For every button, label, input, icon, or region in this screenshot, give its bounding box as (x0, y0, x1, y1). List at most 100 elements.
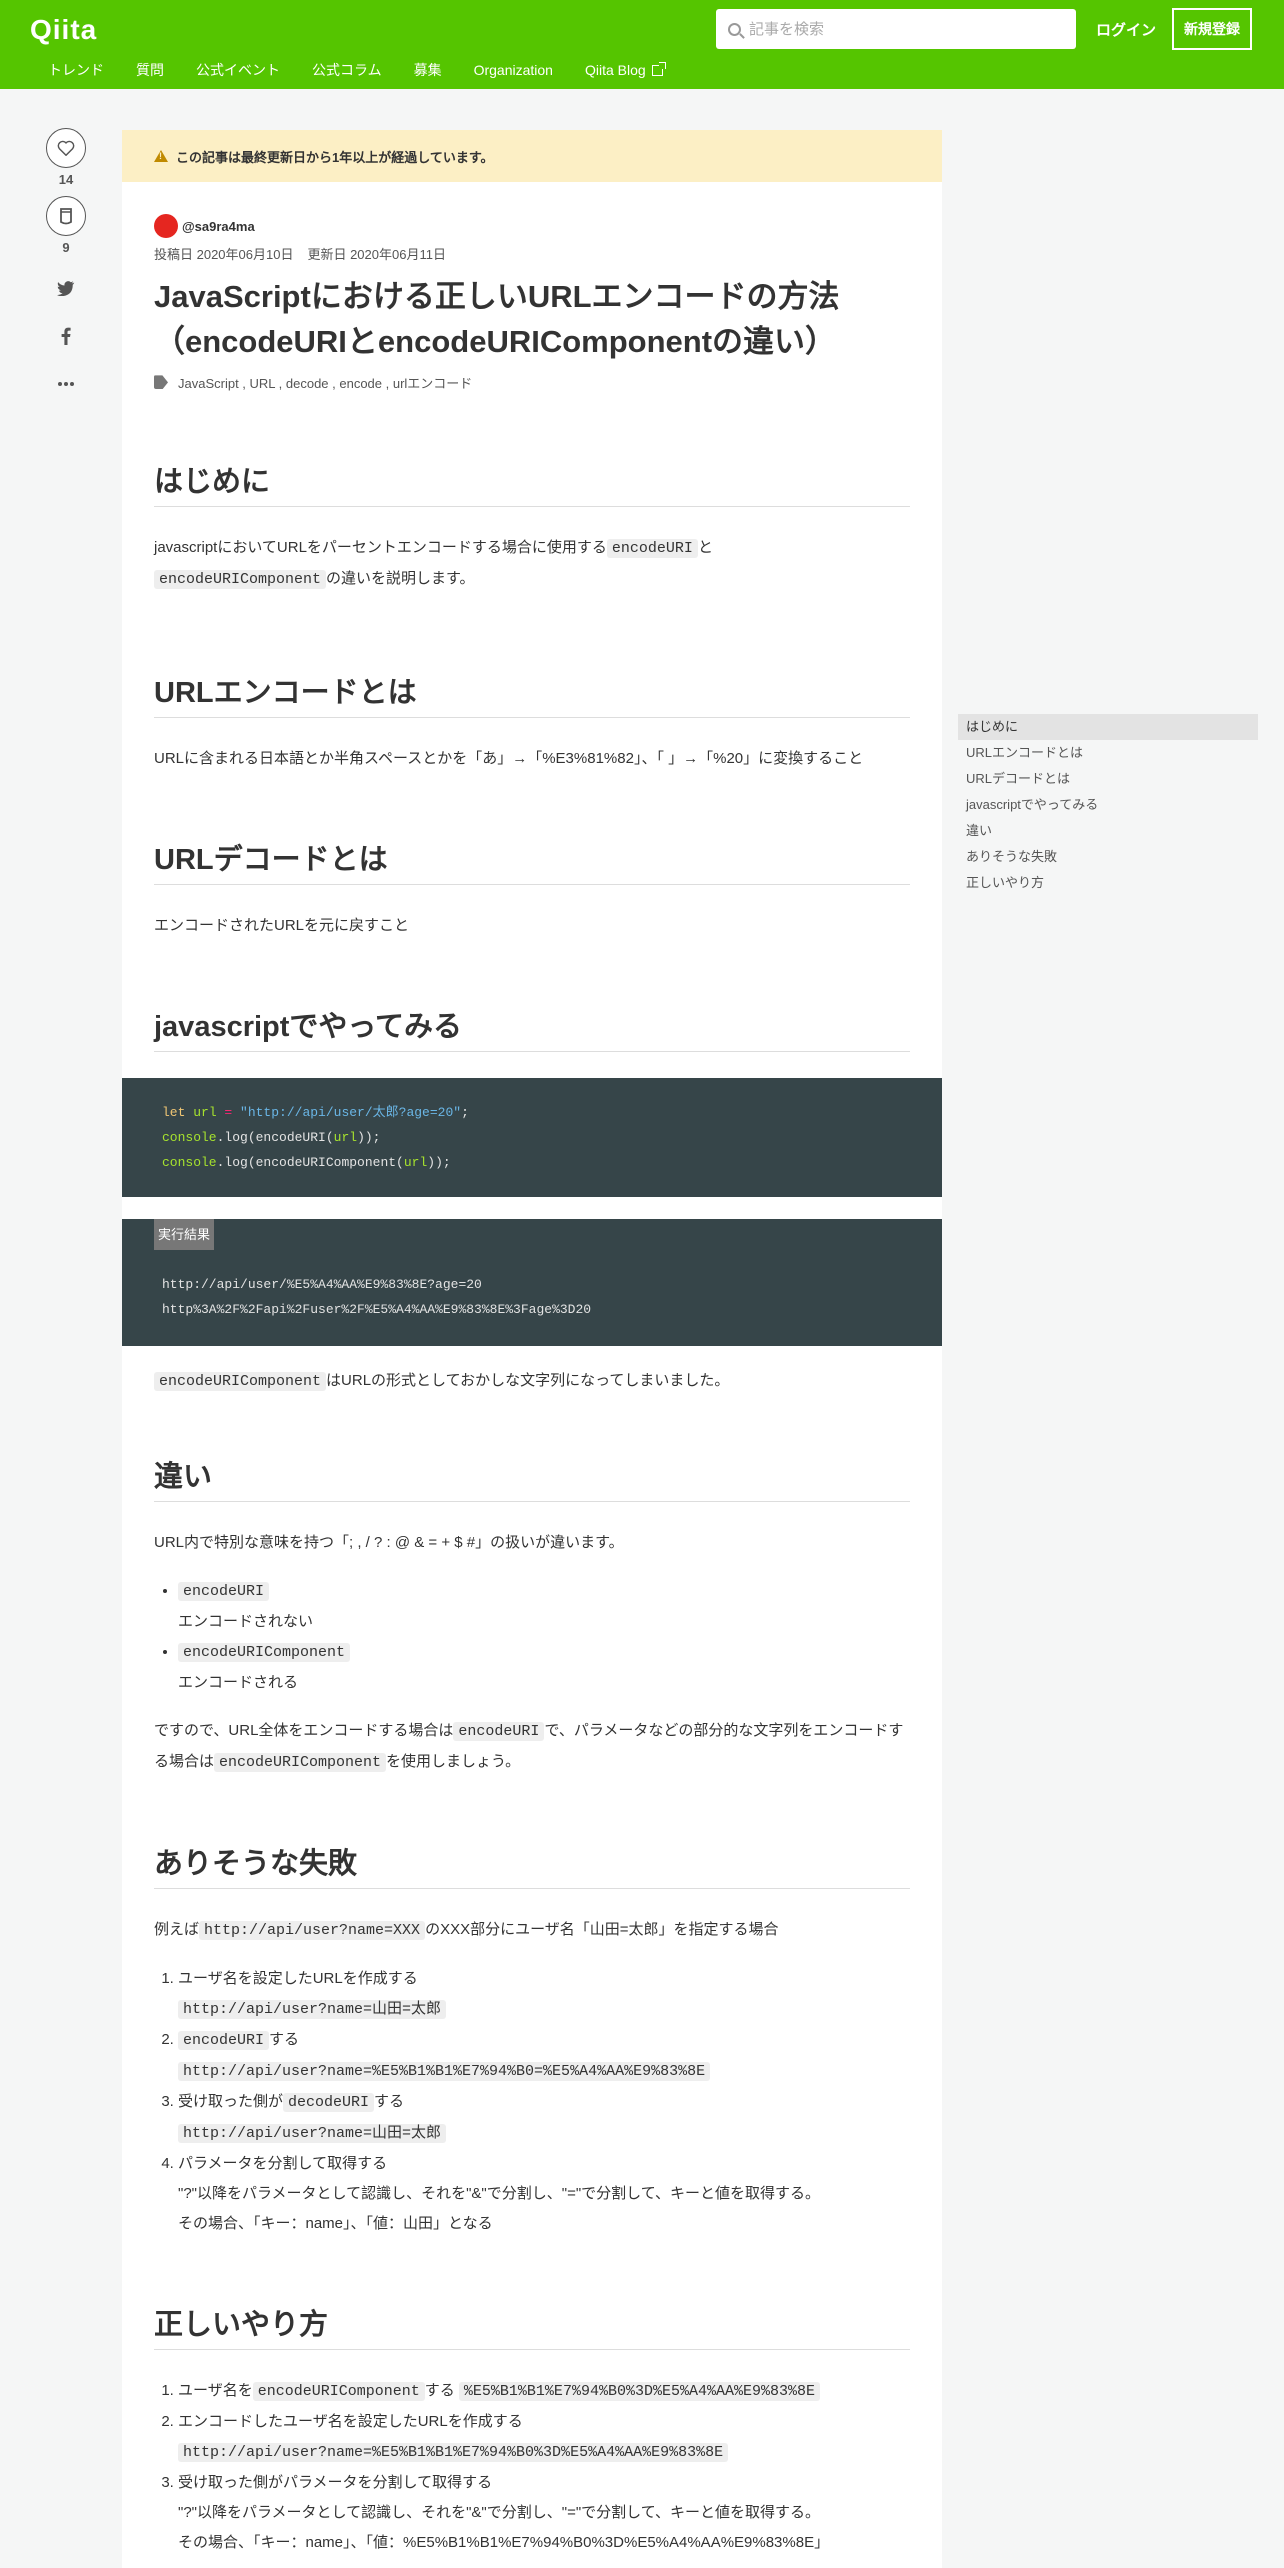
tag-list: JavaScript , URL , decode , encode , url… (154, 373, 910, 392)
search-icon (728, 22, 741, 36)
result-block[interactable]: 実行結果 http://api/user/%E5%A4%AA%E9%83%8E?… (122, 1218, 942, 1346)
qiita-logo[interactable]: Qiita (30, 14, 97, 46)
step-text: する (269, 2030, 300, 2048)
after-code-paragraph: encodeURIComponent はURLの形式としておかしな文字列になってし… (154, 1366, 910, 1397)
urlencode-paragraph: URLに含まれる日本語とか半角スペースとかを「あ」→「%E3%81%82」、「 … (154, 749, 864, 767)
author-name[interactable]: @sa9ra4ma (182, 219, 255, 234)
step-text: 受け取った側がパラメータを分割して取得する (178, 2473, 493, 2491)
nav-official-columns[interactable]: 公式コラム (312, 60, 382, 80)
article-dates: 投稿日 2020年06月10日 更新日 2020年06月11日 (154, 244, 910, 263)
intro-text-2: と (697, 538, 713, 556)
toc-item-urlencode[interactable]: URLエンコードとは (958, 740, 1258, 766)
posted-date: 投稿日 2020年06月10日 (154, 247, 294, 262)
after-code-text: はURLの形式としておかしな文字列になってしまいました。 (326, 1371, 730, 1389)
code-punct: ; (461, 1104, 469, 1120)
code-line: console.log(encodeURIComponent(url)); (162, 1150, 902, 1175)
heading-fail: ありそうな失敗 (154, 1840, 910, 1889)
stock-button[interactable] (46, 196, 86, 236)
search-box[interactable] (716, 9, 1076, 49)
diff-text-1: ですので、URL全体をエンコードする場合は (154, 1721, 454, 1739)
more-dots-icon (58, 382, 74, 386)
list-item: encodeURI エンコードされない (178, 1576, 910, 1637)
fail-text-1: 例えば (154, 1920, 200, 1938)
updated-date: 更新日 2020年06月11日 (307, 247, 446, 262)
search-input[interactable] (749, 20, 1049, 38)
global-nav: トレンド 質問 公式イベント 公式コラム 募集 Organization Qii… (48, 60, 695, 80)
diff-text-3: を使用しましょう。 (386, 1752, 521, 1770)
toc-item-diff[interactable]: 違い (958, 818, 1258, 844)
code-var: url (403, 1154, 428, 1170)
code-method: .log (216, 1154, 248, 1170)
code-string: "http://api/user/太郎?age=20" (240, 1104, 462, 1120)
diff-list: encodeURI エンコードされない encodeURIComponent エンコ… (154, 1576, 910, 1698)
facebook-share-button[interactable] (44, 312, 88, 360)
step-detail: "?"以降をパラメータとして認識し、それを"&"で分割し、"="で分割して、キー… (178, 2184, 820, 2202)
nav-questions[interactable]: 質問 (136, 60, 164, 80)
code-console: console (162, 1154, 217, 1170)
heading-intro: はじめに (154, 458, 910, 507)
inline-code: %E5%B1%B1%E7%94%B0%3D%E5%A4%AA%E9%83%8E (458, 2381, 820, 2401)
article: この記事は最終更新日から1年以上が経過しています。 @sa9ra4ma 投稿日 … (122, 130, 942, 2568)
nav-recruit[interactable]: 募集 (414, 60, 442, 80)
more-options-button[interactable] (44, 360, 88, 408)
stock-count: 9 (62, 240, 70, 255)
signup-button[interactable]: 新規登録 (1172, 8, 1252, 50)
like-count: 14 (58, 172, 74, 187)
inline-code: encodeURIComponent (154, 1371, 327, 1391)
heading-urlencode: URLエンコードとは (154, 669, 910, 718)
list-item: encodeURIComponent エンコードされる (178, 1637, 910, 1698)
diff-conclusion: ですので、URL全体をエンコードする場合は encodeURI で、パラメータなどの… (154, 1716, 910, 1778)
code-block[interactable]: let url = "http://api/user/太郎?age=20"; c… (122, 1077, 942, 1197)
code-var: url (333, 1129, 358, 1145)
login-link[interactable]: ログイン (1096, 19, 1156, 40)
step-text: する (374, 2092, 405, 2110)
nav-official-events[interactable]: 公式イベント (196, 60, 280, 80)
toc-item-intro[interactable]: はじめに (958, 714, 1258, 740)
inline-code: encodeURI (606, 538, 698, 558)
code-operator: = (216, 1104, 241, 1120)
article-side-actions: 14 9 (44, 128, 88, 408)
list-item: 受け取った側がパラメータを分割して取得する "?"以降をパラメータとして認識し、そ… (178, 2468, 910, 2558)
result-line: http://api/user/%E5%A4%AA%E9%83%8E?age=2… (162, 1276, 482, 1292)
result-line: http%3A%2F%2Fapi%2Fuser%2F%E5%A4%AA%E9%8… (162, 1301, 592, 1317)
step-detail: その場合、「キー：name」、「値：%E5%B1%B1%E7%94%B0%3D%… (178, 2533, 830, 2551)
nav-qiita-blog-label: Qiita Blog (584, 62, 646, 78)
list-item: ユーザ名をencodeURIComponentする %E5%B1%B1%E7%9… (178, 2376, 910, 2407)
tag-icon (154, 375, 168, 390)
article-title: JavaScriptにおける正しいURLエンコードの方法（encodeURIとe… (154, 279, 840, 359)
nav-organization[interactable]: Organization (474, 60, 553, 80)
nav-qiita-blog[interactable]: Qiita Blog (584, 60, 666, 80)
code-keyword: let (162, 1104, 186, 1120)
step-detail: "?"以降をパラメータとして認識し、それを"&"で分割し、"="で分割して、キー… (178, 2503, 820, 2521)
intro-text-3: の違いを説明します。 (326, 569, 475, 587)
stock-icon (60, 208, 72, 225)
toc-item-urldecode[interactable]: URLデコードとは (958, 766, 1258, 792)
list-item: エンコードしたユーザ名を設定したURLを作成する http://api/user?… (178, 2407, 910, 2468)
list-item: 受け取った側がdecodeURIする http://api/user?name=山… (178, 2087, 910, 2149)
fail-steps: ユーザ名を設定したURLを作成する http://api/user?name=山田… (154, 1964, 910, 2239)
list-item: ユーザ名を設定したURLを作成する http://api/user?name=山田… (178, 1964, 910, 2025)
code-punct: )); (357, 1129, 381, 1145)
twitter-share-button[interactable] (44, 264, 88, 312)
table-of-contents: はじめに URLエンコードとは URLデコードとは javascriptでやって… (958, 714, 1258, 896)
code-line: let url = "http://api/user/太郎?age=20"; (162, 1100, 902, 1125)
inline-code: encodeURI (178, 1581, 270, 1601)
like-button[interactable] (46, 128, 86, 168)
heart-icon (57, 140, 75, 156)
toc-item-right[interactable]: 正しいやり方 (958, 870, 1258, 896)
inline-code: encodeURIComponent (154, 569, 327, 589)
author[interactable]: @sa9ra4ma (154, 214, 910, 238)
heading-right: 正しいやり方 (154, 2301, 910, 2350)
urldecode-paragraph: エンコードされたURLを元に戻すこと (154, 916, 410, 934)
global-header: Qiita ログイン 新規登録 トレンド 質問 公式イベント 公式コラム 募集 … (0, 0, 1284, 89)
toc-item-fail[interactable]: ありそうな失敗 (958, 844, 1258, 870)
step-text: エンコードしたユーザ名を設定したURLを作成する (178, 2412, 523, 2430)
tags-text[interactable]: JavaScript , URL , decode , encode , url… (178, 373, 472, 392)
outdated-alert: この記事は最終更新日から1年以上が経過しています。 (122, 130, 942, 182)
fail-paragraph: 例えば http://api/user?name=XXX のXXX部分にユーザ名「山… (154, 1915, 910, 1946)
external-link-icon (651, 61, 666, 76)
nav-trend[interactable]: トレンド (48, 60, 104, 80)
toc-item-tryjs[interactable]: javascriptでやってみる (958, 792, 1258, 818)
avatar[interactable] (154, 214, 178, 238)
code-line: console.log(encodeURI(url)); (162, 1125, 902, 1150)
